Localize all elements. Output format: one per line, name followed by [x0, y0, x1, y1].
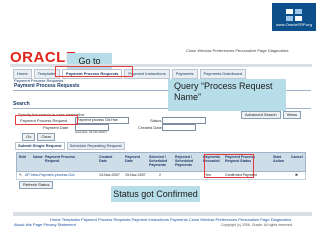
created-date-label: Created Date: [138, 125, 162, 130]
refresh-status-button[interactable]: Refresh Status: [19, 181, 54, 189]
row-payment-date: 19-Nov-2007: [125, 173, 146, 177]
copyright: Copyright (c) 2006, Oracle. All rights r…: [221, 223, 293, 227]
col-cancel: Cancel: [291, 155, 303, 159]
status-callout: Status got Confirmed: [111, 186, 200, 202]
tab-submit-single-request[interactable]: Submit Single Request: [15, 142, 65, 150]
col-name: Name: [33, 155, 43, 159]
ppr-name-input[interactable]: Payment process Oct Hse: [75, 117, 129, 124]
global-links[interactable]: Close Window Preferences Personalize Pag…: [186, 48, 316, 53]
col-rejected-scheduled: Rejected / Scheduled Payments: [175, 155, 194, 167]
date-hint: (example: 22-Oct-2007): [75, 130, 107, 134]
cancel-icon[interactable]: ✖: [295, 173, 298, 177]
search-header: Search: [13, 101, 30, 107]
status-select[interactable]: [162, 117, 206, 124]
col-ppr: Payment Process Request: [45, 155, 75, 163]
col-edit: Edit: [19, 155, 26, 159]
row-selected: 2: [159, 173, 161, 177]
results-tabs: Submit Single Request Schedule Repeating…: [15, 142, 125, 150]
edit-icon[interactable]: ✎: [19, 173, 22, 177]
puzzle-icon: [286, 9, 302, 21]
tab-schedule-repeating-request[interactable]: Schedule Repeating Request: [66, 142, 125, 150]
col-selected-scheduled: Selected / Scheduled Payments: [149, 155, 168, 167]
highlight-ppr-field: [15, 115, 78, 125]
page-title: Payment Process Requests: [14, 83, 80, 89]
col-start-action: Start Action: [273, 155, 285, 163]
brand-logo: www.OracleERP.org: [272, 3, 316, 31]
footer-divider: [13, 212, 312, 216]
brand-logo-text: www.OracleERP.org: [276, 22, 312, 27]
created-date-input[interactable]: [162, 124, 196, 131]
row-created: 19-Nov-2007: [99, 173, 120, 177]
row-name[interactable]: AP-New-Payment-process-Oct-Hse: [25, 173, 75, 177]
footer-about-privacy[interactable]: About this Page Privacy Statement: [14, 222, 76, 227]
tab-payments[interactable]: Payments: [171, 69, 198, 79]
views-button[interactable]: Views: [282, 111, 302, 119]
advanced-search-button[interactable]: Advanced Search: [241, 111, 281, 119]
col-created-date: Created Date: [99, 155, 113, 163]
payment-date-label: Payment Date: [43, 125, 69, 130]
tab-payments-dashboard[interactable]: Payments Dashboard: [199, 69, 246, 79]
status-label: Status: [150, 118, 162, 123]
search-actions: Go Clear: [22, 133, 55, 141]
results-table: Edit Name Payment Process Request Create…: [16, 152, 306, 180]
clear-button[interactable]: Clear: [37, 133, 55, 141]
footer-links[interactable]: Home Templates Payment Process Requests …: [50, 217, 291, 222]
go-button[interactable]: Go: [22, 133, 36, 141]
search-buttons: Advanced Search Views: [241, 111, 302, 119]
table-row: ✎ AP-New-Payment-process-Oct-Hse 19-Nov-…: [16, 172, 306, 180]
col-payment-date: Payment Date: [125, 155, 140, 163]
highlight-tab: [55, 66, 133, 77]
table-header: Edit Name Payment Process Request Create…: [16, 152, 306, 172]
query-callout: Query “Process Request Name”: [168, 79, 286, 111]
highlight-status: [204, 154, 254, 178]
